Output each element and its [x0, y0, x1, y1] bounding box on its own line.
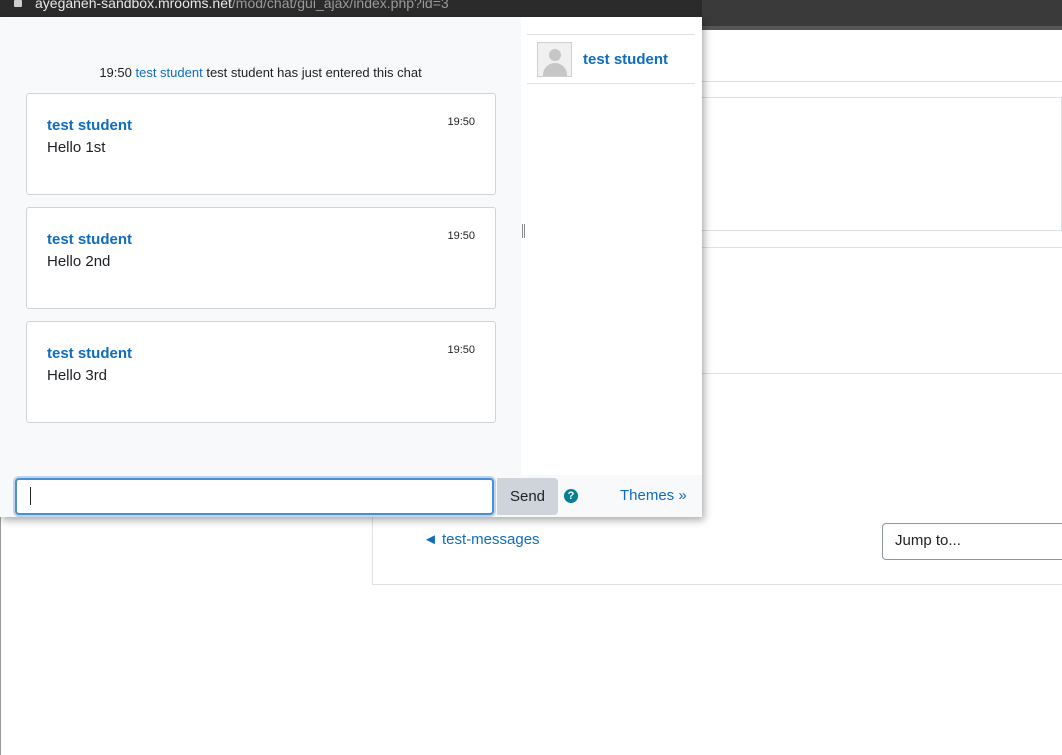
chat-message: test student 19:50 Hello 2nd [26, 207, 496, 309]
chat-message: test student 19:50 Hello 3rd [26, 321, 496, 423]
url-path: /mod/chat/gui_ajax/index.php?id=3 [231, 0, 449, 11]
message-time: 19:50 [447, 116, 475, 128]
popup-url-bar: ayeganeh-sandbox.mrooms.net/mod/chat/gui… [0, 0, 702, 17]
message-text: Hello 3rd [47, 367, 108, 384]
message-input[interactable] [15, 478, 494, 515]
users-list-item[interactable]: test student [527, 34, 695, 84]
system-message-user-link[interactable]: test student [135, 65, 202, 80]
browser-top-bar-edge [700, 26, 1062, 30]
page-divider [700, 373, 1062, 374]
pane-resize-handle[interactable] [522, 224, 525, 238]
themes-link[interactable]: Themes » [620, 487, 687, 504]
system-message-time: 19:50 [99, 65, 132, 80]
lock-icon [14, 0, 22, 7]
page-divider [700, 81, 1062, 82]
users-list-name[interactable]: test student [583, 51, 668, 68]
message-author[interactable]: test student [47, 345, 132, 362]
popup-url: ayeganeh-sandbox.mrooms.net/mod/chat/gui… [35, 0, 449, 11]
system-message: 19:50 test student test student has just… [0, 65, 521, 80]
page-divider [700, 247, 1062, 248]
message-author[interactable]: test student [47, 231, 132, 248]
message-text: Hello 2nd [47, 253, 111, 270]
users-list-pane [521, 17, 702, 475]
url-host: ayeganeh-sandbox.mrooms.net [35, 0, 232, 11]
message-text: Hello 1st [47, 139, 106, 156]
system-message-text: test student has just entered this chat [206, 65, 422, 80]
text-caret [30, 487, 31, 505]
message-author[interactable]: test student [47, 117, 132, 134]
avatar-body-shape [543, 63, 567, 76]
previous-activity-link[interactable]: ◄ test-messages [423, 531, 540, 548]
send-button[interactable]: Send [497, 478, 558, 515]
message-time: 19:50 [447, 230, 475, 242]
jump-to-select[interactable]: Jump to... [882, 523, 1062, 560]
page-divider [700, 97, 1062, 98]
message-input-bar: Send ? Themes » [0, 475, 702, 517]
page-section-box [700, 97, 1062, 231]
chat-popup-window: 19:50 test student test student has just… [0, 17, 702, 517]
chat-messages-pane: 19:50 test student test student has just… [0, 17, 521, 475]
avatar [537, 42, 572, 77]
avatar-head-shape [549, 49, 561, 61]
help-icon[interactable]: ? [564, 489, 578, 503]
chat-message: test student 19:50 Hello 1st [26, 93, 496, 195]
message-time: 19:50 [447, 344, 475, 356]
